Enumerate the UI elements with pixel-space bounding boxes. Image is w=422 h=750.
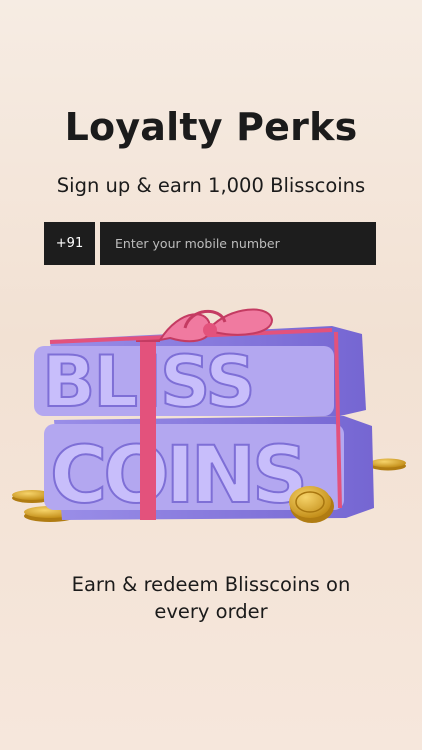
hero-text-coins: COINS: [50, 431, 304, 521]
coin-stack-right: [370, 458, 406, 471]
country-code-selector[interactable]: +91: [44, 222, 95, 265]
mobile-number-input[interactable]: [100, 222, 376, 265]
earn-redeem-message: Earn & redeem Blisscoins on every order: [0, 571, 422, 625]
signup-subtitle: Sign up & earn 1,000 Blisscoins: [56, 174, 366, 197]
blisscoins-gift-illustration: BLISS COINS: [12, 308, 406, 523]
earn-redeem-line-2: every order: [154, 600, 268, 623]
earn-redeem-line-1: Earn & redeem Blisscoins on: [71, 573, 351, 596]
page-title: Loyalty Perks: [64, 105, 358, 149]
